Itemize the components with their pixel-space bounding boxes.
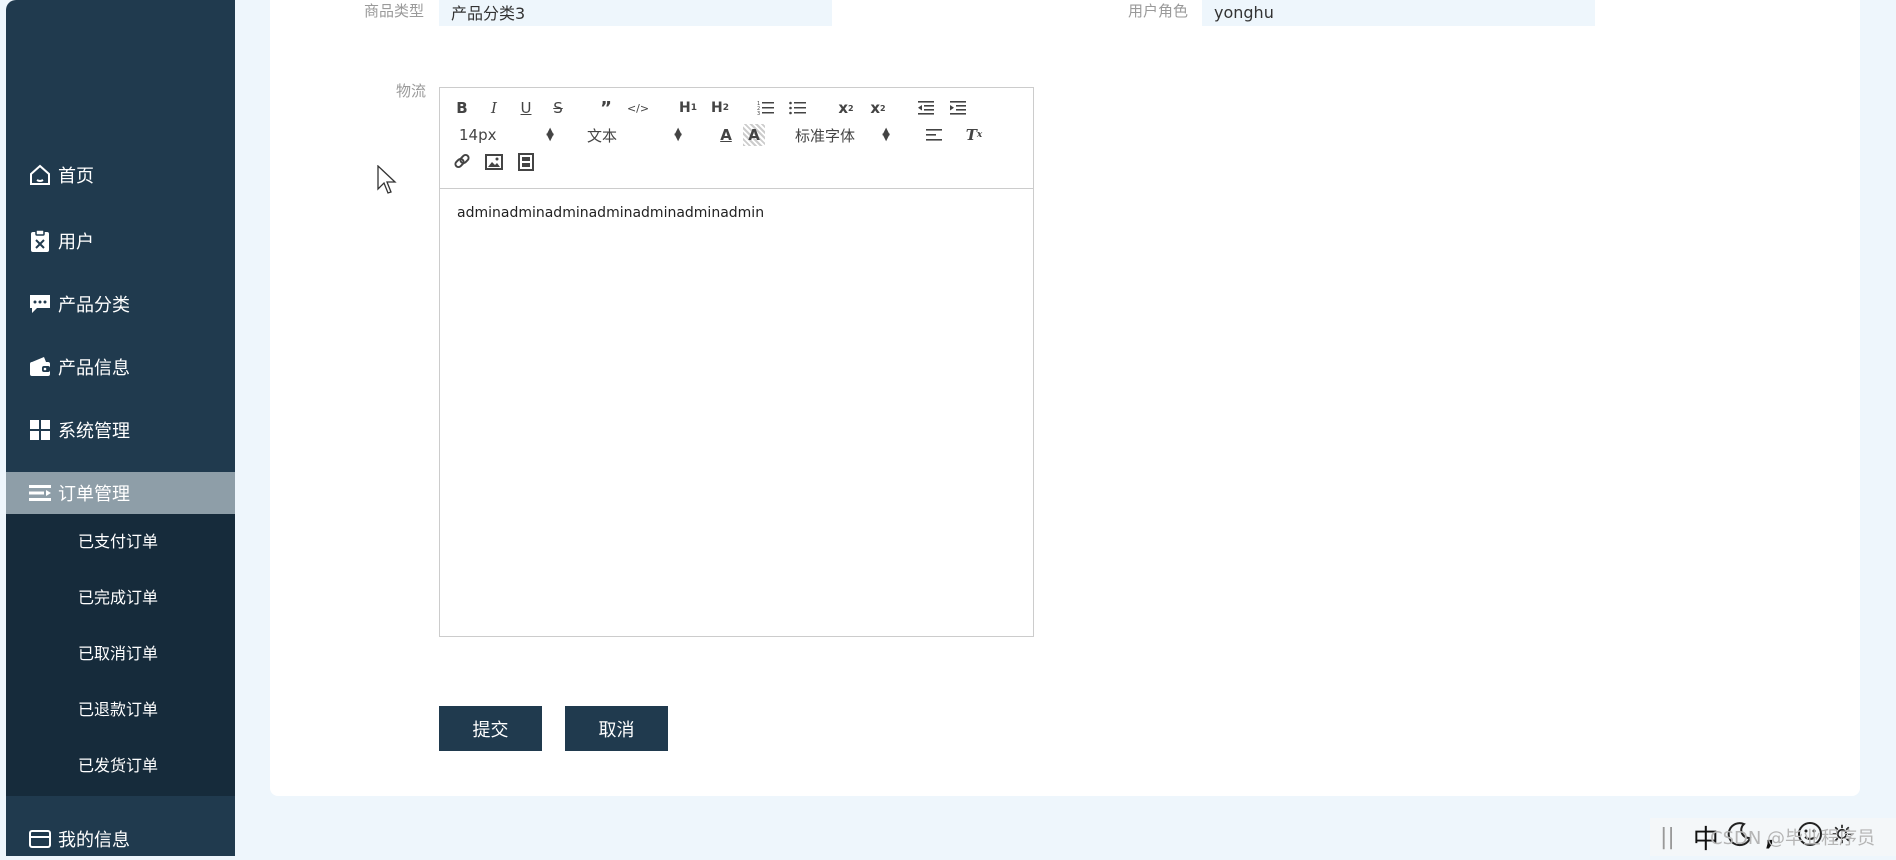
category-field[interactable]: 产品分类3 [439, 0, 832, 26]
align-left-icon[interactable] [923, 124, 945, 146]
sidebar-item-label: 用户 [58, 232, 94, 253]
sidebar-item-system[interactable]: 系统管理 [6, 409, 235, 451]
chat-icon [26, 290, 54, 318]
sidebar-item-orders[interactable]: 订单管理 [6, 472, 235, 514]
strikethrough-icon[interactable]: S [547, 97, 569, 119]
logistics-label: 物流 [396, 82, 427, 100]
submenu-item-refunded[interactable]: 已退款订单 [78, 698, 158, 722]
subscript-icon[interactable]: x2 [835, 97, 857, 119]
mouse-cursor-icon [377, 164, 397, 199]
sidebar-item-label: 产品分类 [58, 295, 130, 316]
outdent-icon[interactable] [915, 97, 937, 119]
clear-format-icon[interactable]: Tx [963, 124, 985, 146]
superscript-icon[interactable]: x2 [867, 97, 889, 119]
sidebar-item-label: 系统管理 [58, 421, 130, 442]
bold-icon[interactable]: B [451, 97, 473, 119]
grid-icon [26, 416, 54, 444]
code-block-icon[interactable]: </> [627, 97, 649, 119]
heading1-icon[interactable]: H1 [675, 97, 701, 119]
list-icon [26, 479, 54, 507]
sidebar: 首页 用户 产品分类 产品信息 系统管理 订单管理 已支付订单 已完成订单 已取… [6, 0, 235, 856]
submit-button[interactable]: 提交 [439, 706, 542, 751]
wallet-icon [26, 353, 54, 381]
clipboard-x-icon [26, 227, 54, 255]
editor-toolbar: B I U S ” </> H1 H2 123 x2 x2 14px ▲ ▼ 文… [440, 88, 1033, 189]
sidebar-item-label: 首页 [58, 166, 94, 187]
font-family-select[interactable]: 标准字体 ▲ ▼ [795, 124, 890, 146]
select-arrow-icon: ▲ ▼ [882, 126, 890, 143]
select-arrow-icon: ▲ ▼ [674, 126, 682, 143]
font-family-value: 标准字体 [795, 126, 856, 145]
background-color-icon[interactable]: A [743, 124, 765, 146]
select-arrow-icon: ▲ ▼ [546, 126, 554, 143]
blockquote-icon[interactable]: ” [595, 97, 617, 119]
role-field[interactable]: yonghu [1202, 0, 1595, 26]
format-select[interactable]: 文本 ▲ ▼ [587, 124, 682, 146]
bullet-list-icon[interactable] [787, 97, 809, 119]
orders-submenu: 已支付订单 已完成订单 已取消订单 已退款订单 已发货订单 [6, 514, 235, 796]
indent-icon[interactable] [947, 97, 969, 119]
italic-icon[interactable]: I [483, 97, 505, 119]
submenu-item-paid[interactable]: 已支付订单 [78, 530, 158, 554]
format-value: 文本 [587, 126, 618, 145]
form-card: 商品类型 产品分类3 用户角色 yonghu 物流 B I U S ” </> … [270, 0, 1860, 796]
submenu-item-shipped[interactable]: 已发货订单 [78, 754, 158, 778]
card-icon [26, 825, 54, 853]
sidebar-item-product-info[interactable]: 产品信息 [6, 346, 235, 388]
editor-content[interactable]: adminadminadminadminadminadminadmin [457, 205, 764, 221]
video-icon[interactable] [515, 151, 537, 173]
ime-divider: || [1660, 824, 1675, 850]
watermark: CSDN @毕业程序员 [1710, 828, 1876, 849]
link-icon[interactable] [451, 151, 473, 173]
category-label: 商品类型 [364, 2, 425, 20]
sidebar-item-product-category[interactable]: 产品分类 [6, 283, 235, 325]
cancel-button[interactable]: 取消 [565, 706, 668, 751]
rich-text-editor: B I U S ” </> H1 H2 123 x2 x2 14px ▲ ▼ 文… [439, 87, 1034, 637]
font-size-select[interactable]: 14px ▲ ▼ [459, 124, 554, 146]
sidebar-item-label: 产品信息 [58, 358, 130, 379]
home-icon [26, 161, 54, 189]
sidebar-item-label: 我的信息 [58, 830, 130, 851]
sidebar-item-users[interactable]: 用户 [6, 220, 235, 262]
submenu-item-completed[interactable]: 已完成订单 [78, 586, 158, 610]
heading2-icon[interactable]: H2 [707, 97, 733, 119]
sidebar-item-my-info[interactable]: 我的信息 [6, 818, 235, 860]
role-label: 用户角色 [1128, 2, 1189, 20]
ordered-list-icon[interactable]: 123 [755, 97, 777, 119]
sidebar-item-label: 订单管理 [58, 484, 130, 505]
svg-text:3: 3 [757, 111, 760, 116]
font-color-icon[interactable]: A [715, 124, 737, 146]
underline-icon[interactable]: U [515, 97, 537, 119]
font-size-value: 14px [459, 126, 497, 144]
sidebar-item-home[interactable]: 首页 [6, 154, 235, 196]
image-icon[interactable] [483, 151, 505, 173]
submenu-item-cancelled[interactable]: 已取消订单 [78, 642, 158, 666]
